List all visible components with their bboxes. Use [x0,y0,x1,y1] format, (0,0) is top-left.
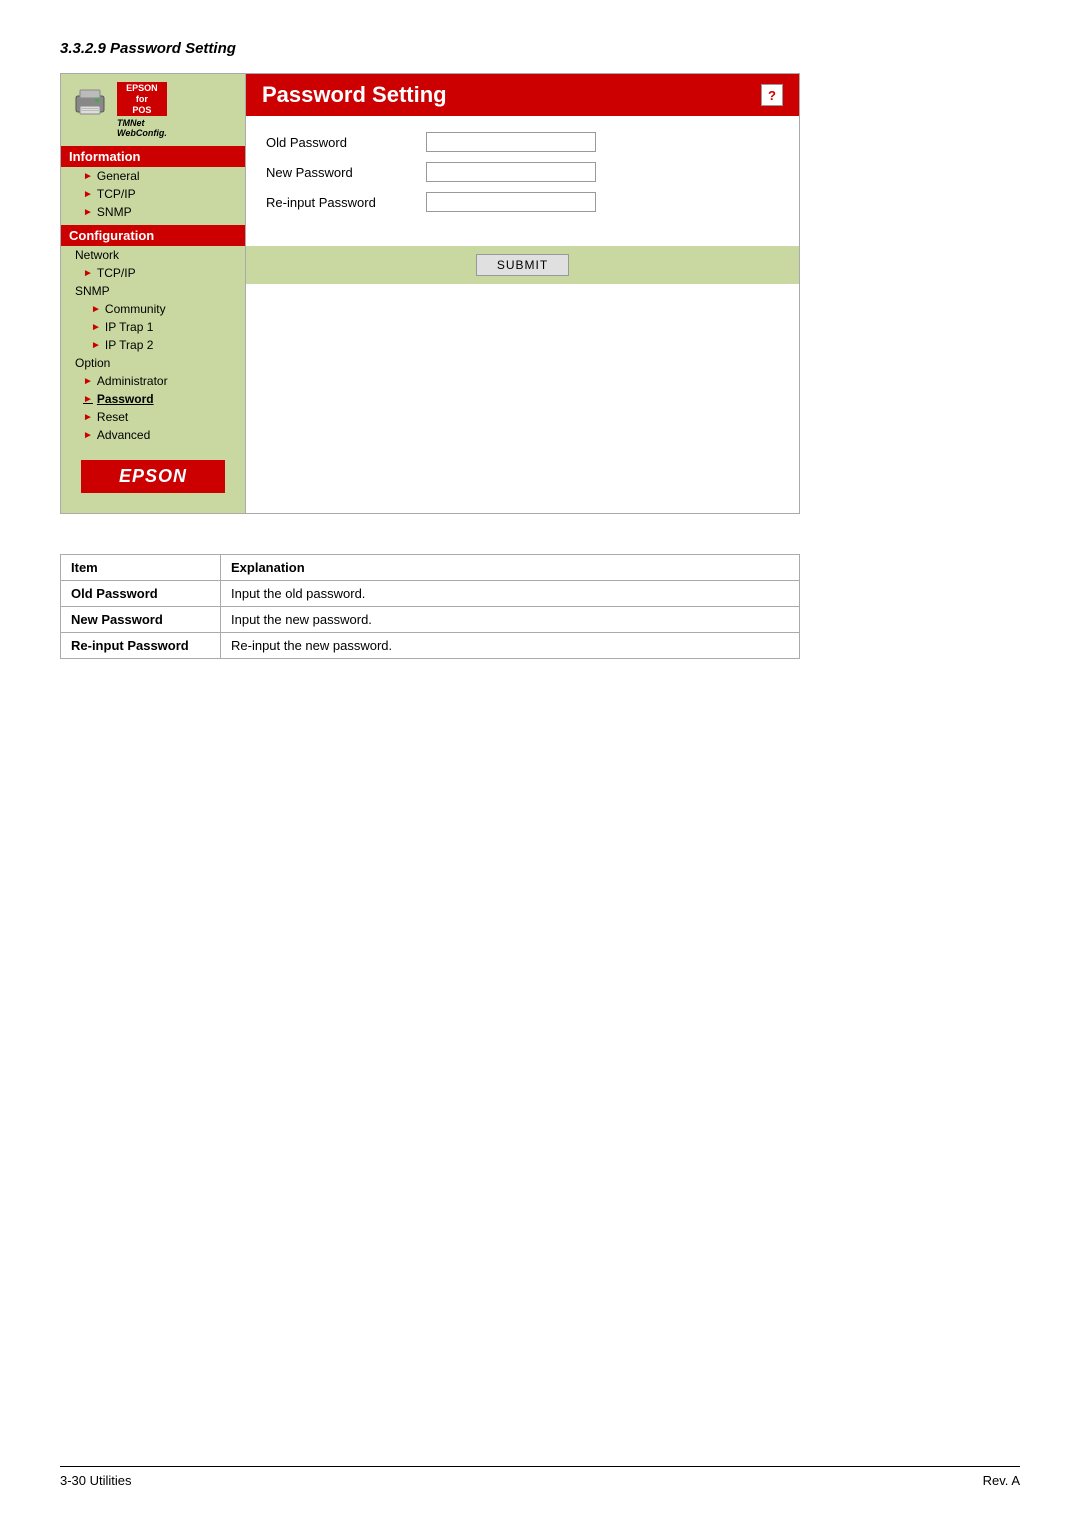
arrow-icon: ► [83,376,93,387]
table-cell-item-0: Old Password [61,581,221,607]
sidebar: EPSON for POS TMNet WebConfig. Informati… [61,74,246,513]
sidebar-item-option[interactable]: Option [61,354,245,372]
submit-bar: SUBMIT [246,246,799,284]
section-heading: 3.3.2.9 Password Setting [60,40,1020,57]
arrow-icon: ► [91,304,101,315]
sidebar-logo: EPSON for POS TMNet WebConfig. [61,74,245,142]
sidebar-item-advanced[interactable]: ► Advanced [61,426,245,444]
sidebar-item-network[interactable]: Network [61,246,245,264]
sidebar-label-network: Network [75,248,119,262]
reference-table: Item Explanation Old Password Input the … [60,554,800,659]
sidebar-label-password: Password [97,392,154,406]
sidebar-item-iptrap1[interactable]: ► IP Trap 1 [61,318,245,336]
sidebar-label-reset: Reset [97,410,128,424]
arrow-icon: ► [83,207,93,218]
table-row: New Password Input the new password. [61,607,800,633]
input-new-password[interactable] [426,162,596,182]
table-cell-explanation-1: Input the new password. [221,607,800,633]
sidebar-item-tcpip-config[interactable]: ► TCP/IP [61,264,245,282]
form-row-reinput-password: Re-input Password [266,192,779,212]
label-old-password: Old Password [266,135,426,150]
footer-right: Rev. A [983,1473,1020,1488]
printer-icon [71,82,109,120]
col-header-explanation: Explanation [221,555,800,581]
form-row-old-password: Old Password [266,132,779,152]
table-cell-explanation-0: Input the old password. [221,581,800,607]
sidebar-label-administrator: Administrator [97,374,168,388]
arrow-icon: ► [83,189,93,200]
page-title: Password Setting [262,82,447,108]
sidebar-label-advanced: Advanced [97,428,150,442]
form-row-new-password: New Password [266,162,779,182]
arrow-icon: ► [91,322,101,333]
sidebar-label-iptrap2: IP Trap 2 [105,338,153,352]
sidebar-label-iptrap1: IP Trap 1 [105,320,153,334]
sidebar-label-snmp-config: SNMP [75,284,110,298]
table-row: Old Password Input the old password. [61,581,800,607]
sidebar-label-tcpip-config: TCP/IP [97,266,136,280]
sidebar-item-administrator[interactable]: ► Administrator [61,372,245,390]
form-area: Old Password New Password Re-input Passw… [246,116,799,238]
sidebar-item-community[interactable]: ► Community [61,300,245,318]
main-header: Password Setting ? [246,74,799,116]
arrow-icon: ► [83,412,93,423]
sidebar-item-snmp-info[interactable]: ► SNMP [61,203,245,221]
label-reinput-password: Re-input Password [266,195,426,210]
arrow-icon: ► [83,171,93,182]
footer-left: 3-30 Utilities [60,1473,132,1488]
sidebar-label-tcpip-info: TCP/IP [97,187,136,201]
input-reinput-password[interactable] [426,192,596,212]
browser-window: EPSON for POS TMNet WebConfig. Informati… [60,73,800,514]
page-footer: 3-30 Utilities Rev. A [60,1466,1020,1488]
main-content: Password Setting ? Old Password New Pass… [246,74,799,513]
sidebar-bottom-logo: EPSON [81,460,225,493]
arrow-icon: ► [83,268,93,279]
sidebar-item-snmp-config[interactable]: SNMP [61,282,245,300]
table-row: Re-input Password Re-input the new passw… [61,633,800,659]
submit-button[interactable]: SUBMIT [476,254,569,276]
sidebar-label-snmp-info: SNMP [97,205,132,219]
table-cell-explanation-2: Re-input the new password. [221,633,800,659]
sidebar-item-password[interactable]: ► Password [61,390,245,408]
col-header-item: Item [61,555,221,581]
epson-badge: EPSON for POS [117,82,167,116]
sidebar-info-header: Information [61,146,245,167]
arrow-icon: ► [91,340,101,351]
arrow-icon: ► [83,394,93,405]
sidebar-label-option: Option [75,356,110,370]
sidebar-item-iptrap2[interactable]: ► IP Trap 2 [61,336,245,354]
sidebar-item-general[interactable]: ► General [61,167,245,185]
sidebar-item-reset[interactable]: ► Reset [61,408,245,426]
sidebar-label-community: Community [105,302,166,316]
arrow-icon: ► [83,430,93,441]
sidebar-config-header: Configuration [61,225,245,246]
tmnet-label: TMNet WebConfig. [117,118,167,138]
input-old-password[interactable] [426,132,596,152]
sidebar-item-tcpip-info[interactable]: ► TCP/IP [61,185,245,203]
help-button[interactable]: ? [761,84,783,106]
label-new-password: New Password [266,165,426,180]
table-cell-item-2: Re-input Password [61,633,221,659]
table-cell-item-1: New Password [61,607,221,633]
sidebar-label-general: General [97,169,140,183]
